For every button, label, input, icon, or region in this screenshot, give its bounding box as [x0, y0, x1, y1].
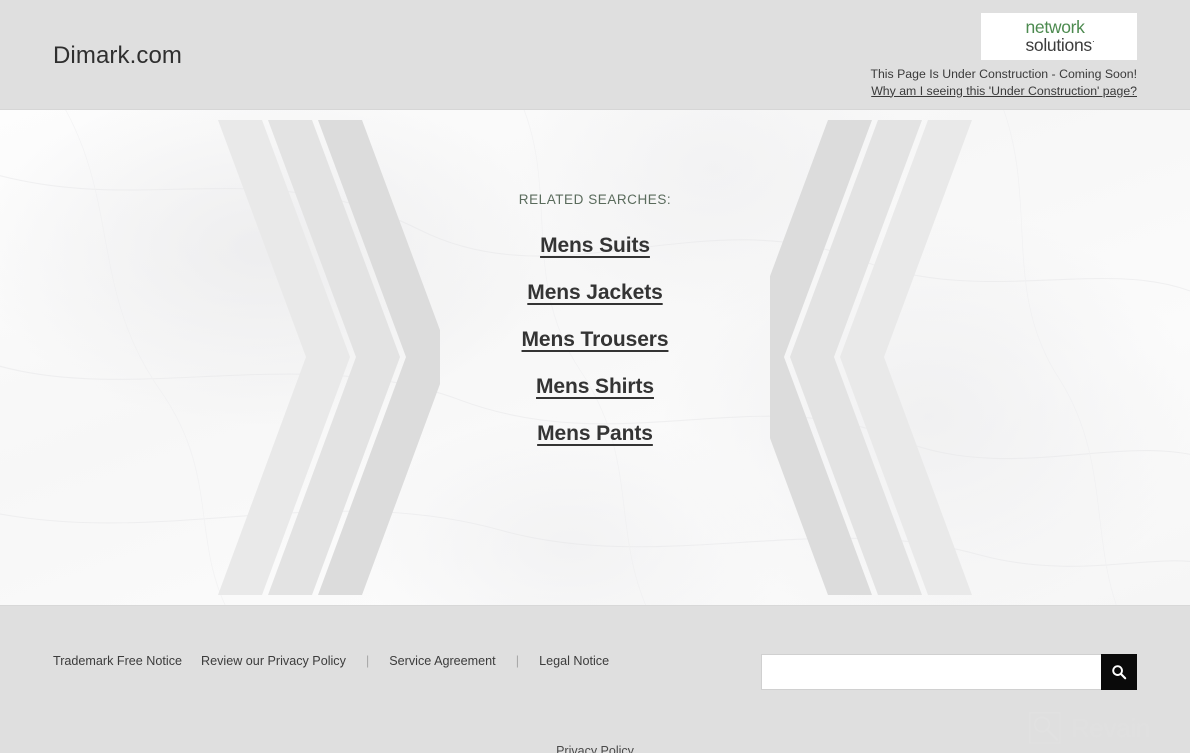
registered-mark-icon: · [1091, 35, 1095, 46]
site-footer: Trademark Free Notice Review our Privacy… [0, 605, 1190, 753]
why-under-construction-link[interactable]: Why am I seeing this 'Under Construction… [871, 84, 1137, 98]
footer-link-trademark-free-notice[interactable]: Trademark Free Notice [53, 653, 182, 669]
footer-separator-1: | [365, 653, 370, 668]
search-submit-button[interactable] [1101, 654, 1137, 690]
magnifier-square-icon [1029, 712, 1061, 744]
page-root: Dimark.com network solutions· This Page … [0, 0, 1190, 753]
under-construction-notice: This Page Is Under Construction - Coming… [870, 66, 1137, 99]
related-search-link-2[interactable]: Mens Jackets [527, 280, 662, 306]
related-search-link-5[interactable]: Mens Pants [537, 421, 653, 447]
related-search-link-4[interactable]: Mens Shirts [536, 374, 654, 400]
related-search-link-3[interactable]: Mens Trousers [522, 327, 669, 353]
footer-bottom-text: Privacy Policy [0, 744, 1190, 753]
footer-link-legal-notice[interactable]: Legal Notice [539, 653, 609, 669]
footer-bottom-privacy-policy-link[interactable]: Privacy Policy [556, 744, 634, 753]
related-search-link-1[interactable]: Mens Suits [540, 233, 650, 259]
notice-text: This Page Is Under Construction - Coming… [870, 67, 1137, 81]
revain-watermark: Revain [1028, 711, 1150, 745]
related-searches-label: RELATED SEARCHES: [518, 192, 672, 207]
footer-separator-2: | [515, 653, 520, 668]
site-header: Dimark.com network solutions· This Page … [0, 0, 1190, 110]
logo-solutions-word: solutions [1025, 34, 1092, 55]
page-title: Dimark.com [53, 42, 183, 69]
search-input[interactable] [761, 654, 1101, 690]
watermark-label: Revain [1070, 712, 1150, 743]
network-solutions-logo[interactable]: network solutions· [981, 13, 1137, 60]
hero-section: RELATED SEARCHES: Mens Suits Mens Jacket… [0, 110, 1190, 605]
logo-text-solutions: solutions· [1025, 34, 1095, 55]
footer-link-service-agreement[interactable]: Service Agreement [389, 653, 495, 669]
footer-link-privacy-policy[interactable]: Review our Privacy Policy [201, 653, 346, 669]
related-searches-block: RELATED SEARCHES: Mens Suits Mens Jacket… [0, 192, 1190, 447]
footer-search-form [761, 654, 1137, 690]
footer-link-list: Trademark Free Notice Review our Privacy… [53, 653, 609, 669]
search-icon [1112, 665, 1127, 680]
